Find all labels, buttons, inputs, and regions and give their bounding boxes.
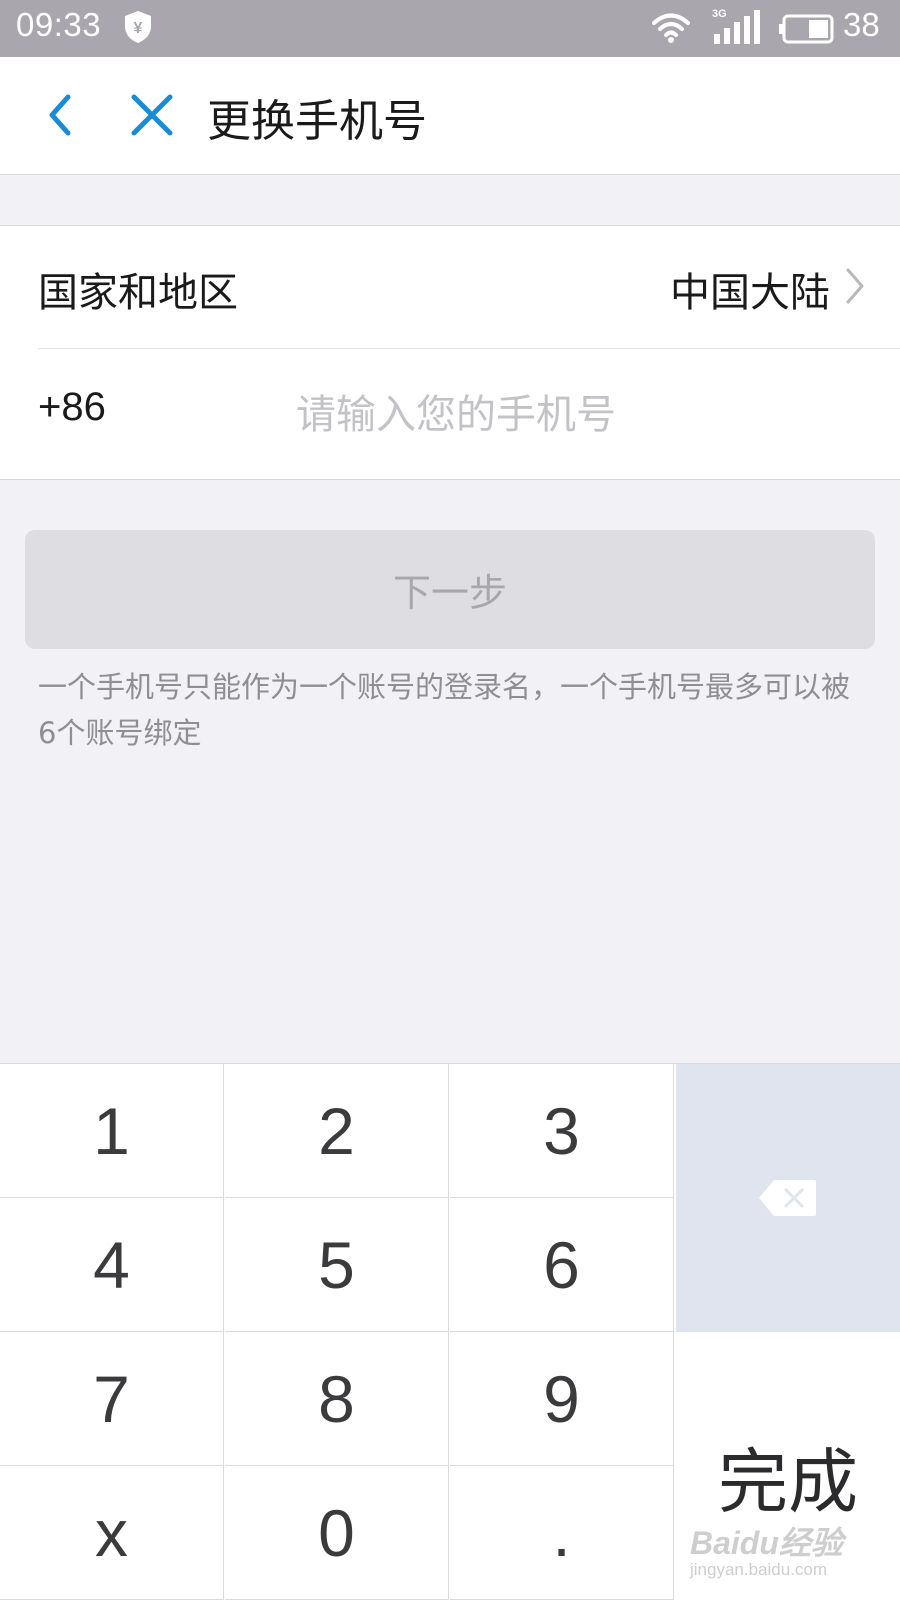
phone-form: 国家和地区 中国大陆 +86: [0, 225, 900, 480]
key-4[interactable]: 4: [0, 1198, 224, 1332]
nav-bar: 更换手机号: [0, 57, 900, 175]
backspace-icon: [759, 1180, 816, 1216]
delete-key[interactable]: [676, 1064, 900, 1332]
key-2[interactable]: 2: [225, 1064, 449, 1198]
key-1[interactable]: 1: [0, 1064, 224, 1198]
key-0[interactable]: 0: [225, 1466, 449, 1600]
back-icon[interactable]: [30, 87, 86, 143]
key-5[interactable]: 5: [225, 1198, 449, 1332]
battery-level: 38: [843, 6, 880, 43]
shield-glyph: ¥: [134, 20, 143, 37]
phone-row: +86: [0, 349, 900, 481]
key-9[interactable]: 9: [450, 1332, 674, 1466]
signal-icon: [714, 10, 760, 44]
region-value: 中国大陆: [670, 270, 830, 316]
hint-text: 一个手机号只能作为一个账号的登录名，一个手机号最多可以被6个账号绑定: [38, 670, 851, 750]
region-label: 国家和地区: [38, 270, 238, 316]
close-icon[interactable]: [124, 87, 180, 143]
key-dot[interactable]: .: [450, 1466, 674, 1600]
watermark-url: jingyan.baidu.com: [690, 1560, 828, 1579]
next-button[interactable]: 下一步: [25, 530, 875, 649]
phone-input[interactable]: [296, 375, 856, 455]
key-6[interactable]: 6: [450, 1198, 674, 1332]
shield-icon: ¥: [125, 11, 151, 43]
page-title: 更换手机号: [207, 96, 427, 147]
status-bar: 09:33 ¥ 3G 38: [0, 0, 900, 57]
key-7[interactable]: 7: [0, 1332, 224, 1466]
chevron-right-icon: [846, 268, 864, 304]
key-8[interactable]: 8: [225, 1332, 449, 1466]
watermark-logo: Baidu经验: [690, 1525, 843, 1561]
battery-icon: [779, 14, 834, 44]
key-x[interactable]: x: [0, 1466, 224, 1600]
region-row[interactable]: 国家和地区 中国大陆: [0, 226, 900, 348]
wifi-icon: [652, 13, 690, 43]
status-time: 09:33: [16, 6, 102, 43]
country-code: +86: [38, 385, 106, 429]
key-3[interactable]: 3: [450, 1064, 674, 1198]
